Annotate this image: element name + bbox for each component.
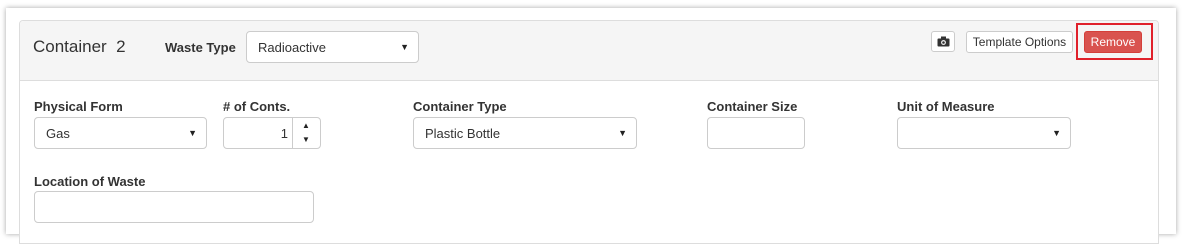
template-options-button[interactable]: Template Options: [966, 31, 1073, 53]
location-of-waste-input[interactable]: [34, 191, 314, 223]
camera-button[interactable]: [931, 31, 955, 52]
camera-icon: [937, 36, 949, 47]
num-containers-label: # of Conts.: [223, 99, 291, 114]
unit-of-measure-select[interactable]: ▼: [897, 117, 1071, 149]
chevron-down-icon: ▼: [188, 128, 197, 138]
physical-form-value: Gas: [46, 126, 70, 141]
waste-type-select[interactable]: Radioactive ▼: [246, 31, 419, 63]
container-type-label: Container Type: [413, 99, 507, 114]
increment-icon[interactable]: ▲: [302, 121, 310, 130]
container-size-label: Container Size: [707, 99, 798, 114]
location-of-waste-label: Location of Waste: [34, 174, 146, 189]
num-containers-value: 1: [280, 126, 288, 141]
decrement-icon[interactable]: ▼: [302, 135, 310, 144]
remove-highlight: [1076, 23, 1153, 60]
unit-of-measure-label: Unit of Measure: [897, 99, 995, 114]
waste-type-label: Waste Type: [165, 40, 236, 55]
container-size-input[interactable]: [707, 117, 805, 149]
chevron-down-icon: ▼: [400, 42, 409, 52]
container-title: Container 2: [33, 37, 126, 56]
container-type-select[interactable]: Plastic Bottle ▼: [413, 117, 637, 149]
waste-type-value: Radioactive: [258, 40, 326, 55]
chevron-down-icon: ▼: [1052, 128, 1061, 138]
physical-form-select[interactable]: Gas ▼: [34, 117, 207, 149]
physical-form-label: Physical Form: [34, 99, 123, 114]
container-type-value: Plastic Bottle: [425, 126, 501, 141]
chevron-down-icon: ▼: [618, 128, 627, 138]
stepper-buttons[interactable]: ▲ ▼: [292, 118, 320, 148]
num-containers-stepper[interactable]: 1 ▲ ▼: [223, 117, 321, 149]
